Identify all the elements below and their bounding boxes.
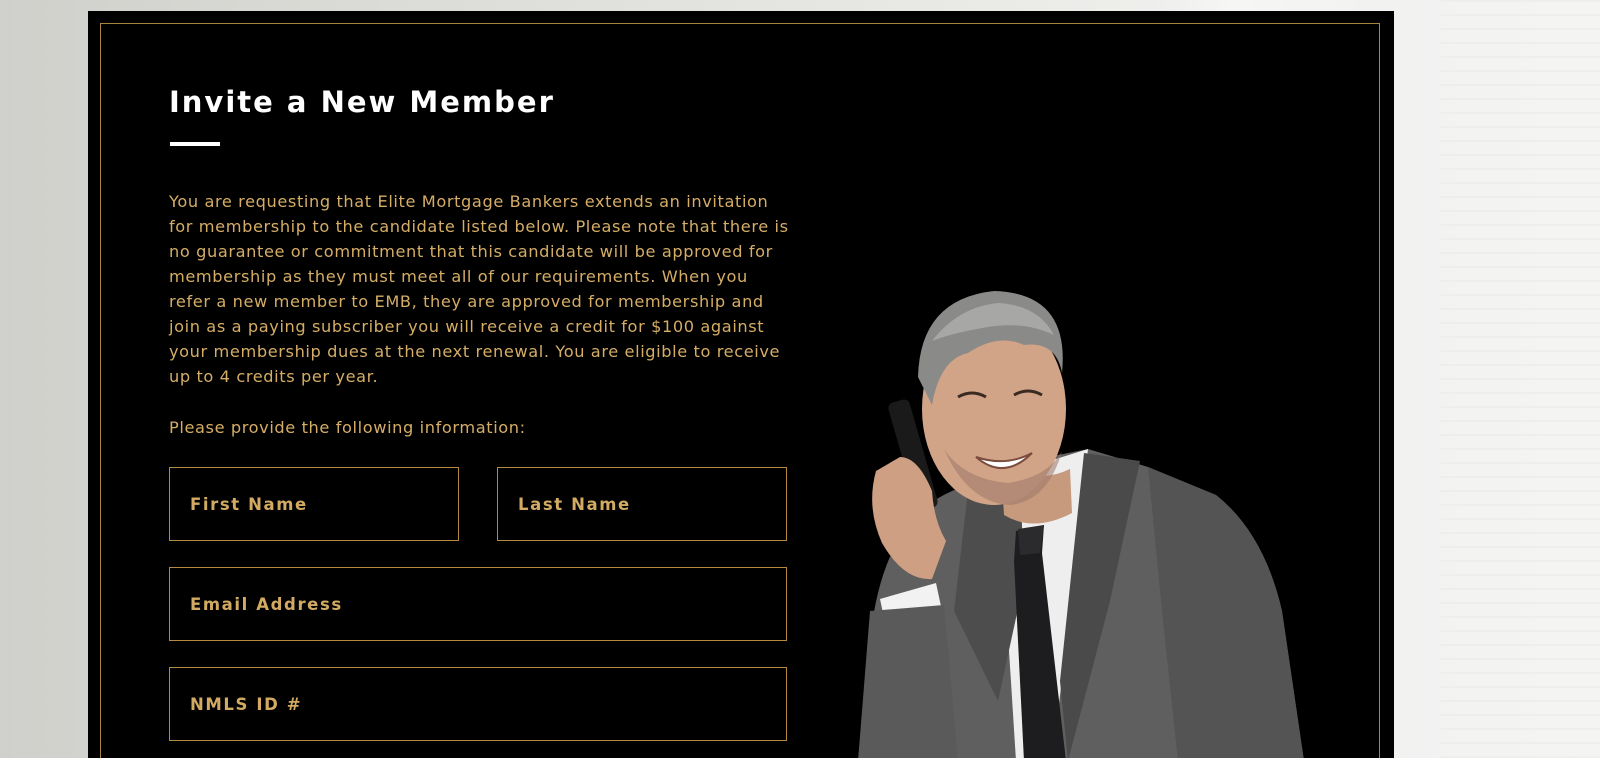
nmls-id-input[interactable] xyxy=(169,667,787,741)
invite-panel: Invite a New Member You are requesting t… xyxy=(88,11,1394,758)
email-address-input[interactable] xyxy=(169,567,787,641)
title-underline xyxy=(170,142,220,146)
form-instruction: Please provide the following information… xyxy=(169,418,526,437)
page-title: Invite a New Member xyxy=(169,85,555,119)
background-window-blinds xyxy=(1440,0,1600,758)
last-name-input[interactable] xyxy=(497,467,787,541)
businessman-on-phone-photo xyxy=(858,291,1304,758)
first-name-input[interactable] xyxy=(169,467,459,541)
intro-paragraph: You are requesting that Elite Mortgage B… xyxy=(169,192,789,386)
